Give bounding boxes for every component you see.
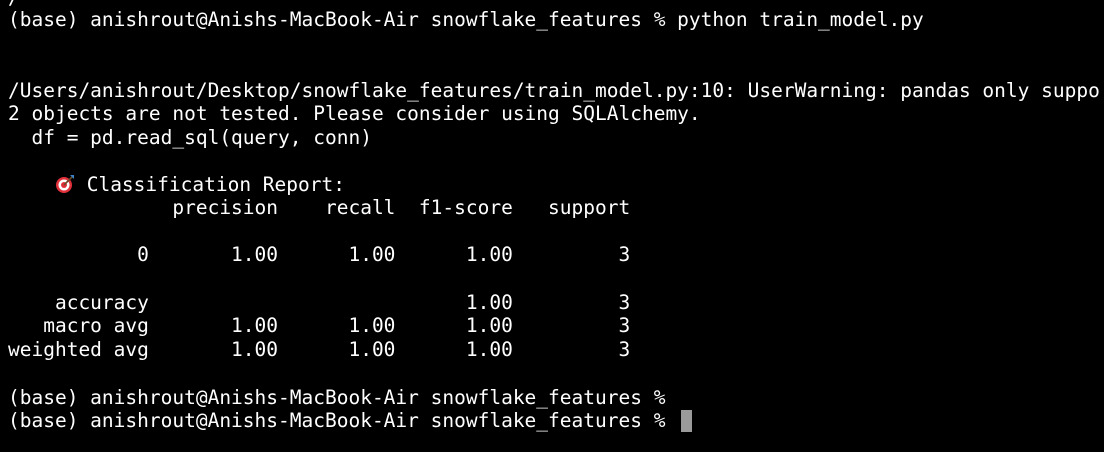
target-icon (55, 175, 74, 193)
report-title: Classification Report: (74, 173, 345, 196)
shell-prompt-active[interactable]: (base) anishrout@Anishs-MacBook-Air snow… (8, 409, 677, 433)
table-header: precision recall f1-score support (8, 196, 631, 219)
shell-prompt: (base) anishrout@Anishs-MacBook-Air snow… (8, 386, 666, 409)
warning-line: /Users/anishrout/Desktop/snowflake_featu… (8, 79, 1100, 102)
table-row: macro avg 1.00 1.00 1.00 3 (8, 314, 631, 337)
warning-line: 2 objects are not tested. Please conside… (8, 102, 701, 125)
report-title-line: Classification Report: (8, 149, 345, 196)
warning-source-line: df = pd.read_sql(query, conn) (8, 126, 372, 149)
table-row: 0 1.00 1.00 1.00 3 (8, 243, 631, 266)
terminal-cursor (681, 410, 692, 432)
command-line: (base) anishrout@Anishs-MacBook-Air snow… (8, 8, 924, 31)
terminal-window[interactable]: / (base) anishrout@Anishs-MacBook-Air sn… (0, 0, 1104, 452)
table-row: weighted avg 1.00 1.00 1.00 3 (8, 338, 631, 361)
table-row: accuracy 1.00 3 (8, 291, 631, 314)
